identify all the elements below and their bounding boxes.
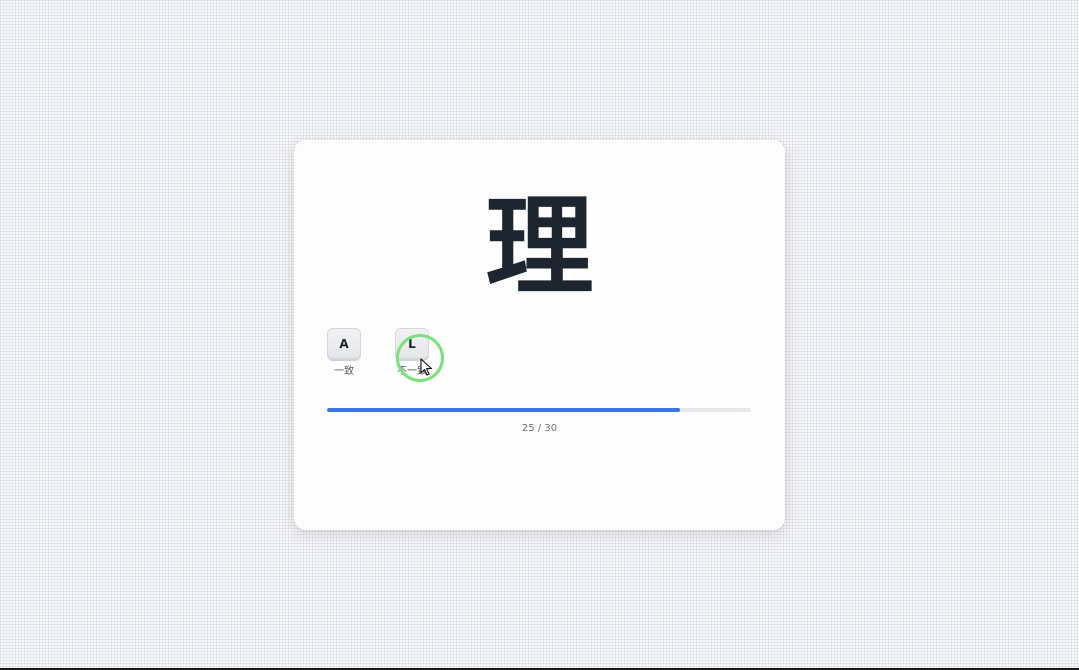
key-a-caption: 一致 — [334, 366, 354, 377]
keycap-l[interactable]: L — [395, 328, 429, 359]
keycap-a[interactable]: A — [327, 328, 361, 359]
progress-counter: 25 / 30 — [521, 423, 558, 434]
flashcard: 理 A 一致 L 不一致 25 / 30 — [294, 140, 785, 530]
progress-bar-fill — [327, 408, 681, 412]
response-key-a[interactable]: A 一致 — [326, 328, 362, 377]
stimulus-character: 理 — [485, 185, 594, 310]
key-l-caption: 不一致 — [397, 366, 427, 377]
response-key-l[interactable]: L 不一致 — [394, 328, 430, 377]
progress-bar — [327, 408, 751, 412]
